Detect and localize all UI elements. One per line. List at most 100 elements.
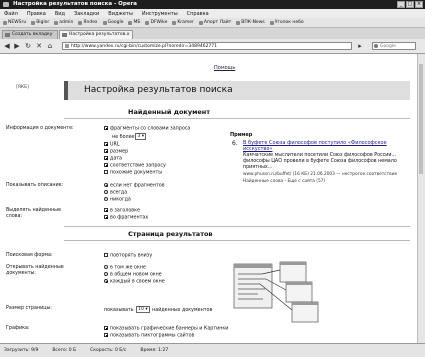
page-icon: [5, 33, 10, 37]
menu-item-file[interactable]: Файл: [4, 11, 18, 17]
bookmark-icon: [269, 20, 274, 25]
highlight-title[interactable]: в заголовке: [104, 208, 140, 214]
checkbox[interactable]: [104, 208, 108, 212]
go-button[interactable]: ▸: [356, 42, 364, 50]
radio[interactable]: [104, 183, 108, 187]
open-common-new-window[interactable]: в общем новом окне: [104, 272, 162, 278]
url-input[interactable]: http://www.yandex.ru/cgi-bin/customize.p…: [62, 42, 352, 50]
yandex-logo[interactable]: [ЯКБ]: [16, 85, 29, 90]
checkbox[interactable]: [104, 156, 108, 160]
back-button[interactable]: ◀: [3, 42, 11, 50]
checkbox[interactable]: [104, 149, 108, 153]
checkbox[interactable]: [104, 163, 108, 167]
highlight-fragments[interactable]: во фрагментах: [104, 215, 148, 221]
bookmarks-bar: NEWSru Bigler admin Яndex Google МБ DFWi…: [0, 18, 425, 28]
option-url[interactable]: URL: [104, 142, 120, 148]
window-titlebar: Настройка результатов поиска - Opera _ □…: [0, 0, 425, 9]
radio[interactable]: [104, 272, 108, 276]
bookmark-icon: [102, 20, 107, 25]
bookmark-item[interactable]: NEWSru: [3, 20, 26, 25]
home-button[interactable]: ⌂: [46, 42, 54, 50]
bookmark-item[interactable]: Kramer: [172, 20, 194, 25]
bookmark-item[interactable]: Google: [102, 20, 123, 25]
checkbox[interactable]: [104, 215, 108, 219]
menu-item-widgets[interactable]: Виджеты: [108, 11, 133, 17]
close-tab-icon[interactable]: ×: [126, 31, 130, 39]
bookmark-icon: [145, 20, 150, 25]
tab-new[interactable]: Создать вкладку: [2, 30, 58, 39]
menu-item-tools[interactable]: Инструменты: [142, 11, 178, 17]
search-input[interactable]: Google: [372, 42, 416, 50]
section-found-document: Найденный документ: [128, 108, 211, 116]
stop-button[interactable]: ✕: [35, 42, 43, 50]
checkbox[interactable]: [104, 253, 108, 257]
checkbox[interactable]: [104, 170, 108, 174]
bookmark-item[interactable]: Уголок небо: [269, 20, 304, 25]
menu-item-edit[interactable]: Правка: [27, 11, 46, 17]
radio[interactable]: [104, 190, 108, 194]
menu-item-view[interactable]: Вид: [55, 11, 65, 17]
divider: [64, 240, 410, 241]
page-icon: [65, 44, 69, 48]
checkbox[interactable]: [104, 142, 108, 146]
show-site-icons[interactable]: показывать пиктограммы сайтов: [104, 333, 194, 339]
menu-bar: Файл Правка Вид Закладки Виджеты Инструм…: [0, 9, 425, 18]
graphics-label: Графика:: [6, 326, 30, 331]
example-number: 6.: [232, 140, 238, 147]
bookmark-item[interactable]: Апорт Лайт: [198, 20, 231, 25]
bookmark-item[interactable]: admin: [54, 20, 73, 25]
show-banners[interactable]: показывать графические баннеры и Картинк…: [104, 326, 228, 332]
radio[interactable]: [104, 279, 108, 283]
option-date[interactable]: дата: [104, 156, 122, 162]
radio[interactable]: [104, 265, 108, 269]
divider: [64, 118, 410, 119]
tab-customize[interactable]: Настройка результатов... ×: [59, 30, 133, 39]
open-same-window[interactable]: в том же окне: [104, 265, 146, 271]
minimize-button[interactable]: _: [397, 1, 405, 8]
desc-if-no-fragments[interactable]: если нет фрагментов: [104, 183, 165, 189]
bookmark-item[interactable]: DFWike: [145, 20, 167, 25]
status-total: Всего: 0 Б: [52, 348, 77, 353]
checkbox[interactable]: [104, 126, 108, 130]
opera-icon: [3, 2, 9, 7]
bookmark-item[interactable]: Bigler: [31, 20, 49, 25]
option-similar[interactable]: похожие документы: [104, 170, 162, 176]
checkbox[interactable]: [104, 333, 108, 337]
help-link[interactable]: Помощь: [214, 65, 235, 71]
example-result-link[interactable]: В буфете Союза философов поступило «Фило…: [243, 140, 408, 152]
status-bar: Загрузить: 9/9 Всего: 0 Б Скорость: 0 Б/…: [0, 343, 425, 357]
maximize-button[interactable]: □: [406, 1, 414, 8]
bookmark-item[interactable]: МБ: [128, 20, 140, 25]
highlight-label: Выделять найденные слова:: [6, 208, 61, 219]
bookmark-item[interactable]: Яndex: [78, 20, 98, 25]
reload-button[interactable]: ↻: [24, 42, 32, 50]
page-size-select[interactable]: 10 ▾: [136, 306, 150, 313]
bookmark-icon: [236, 20, 241, 25]
bookmark-item[interactable]: ВПК-News: [236, 20, 265, 25]
desc-always[interactable]: всегда: [104, 190, 127, 196]
radio[interactable]: [104, 197, 108, 201]
description-label: Показывать описание:: [6, 183, 64, 188]
vertical-scrollbar[interactable]: [417, 54, 425, 343]
open-each-own-window[interactable]: каждый в своем окне: [104, 279, 165, 285]
google-icon: [374, 44, 378, 48]
menu-item-bookmarks[interactable]: Закладки: [74, 11, 99, 17]
desc-never[interactable]: никогда: [104, 197, 131, 203]
close-window-button[interactable]: ×: [415, 1, 423, 8]
fragments-count-select[interactable]: 3 ▾: [135, 133, 147, 140]
repeat-form-below[interactable]: повторять внизу: [104, 253, 152, 259]
fragments-count: не более 3 ▾: [112, 133, 147, 140]
scrollbar-thumb[interactable]: [419, 64, 423, 174]
option-fragments[interactable]: фрагменты со словами запроса: [104, 126, 190, 132]
option-relevance[interactable]: соответствие запросу: [104, 163, 166, 169]
status-speed: Скорость: 0 Б/с: [90, 348, 127, 353]
checkbox[interactable]: [104, 326, 108, 330]
page-content: Помощь [ЯКБ] Настройка результатов поиск…: [0, 54, 425, 343]
page-icon: [62, 33, 67, 37]
menu-item-help[interactable]: Справка: [187, 11, 209, 17]
option-size[interactable]: размер: [104, 149, 128, 155]
forward-button[interactable]: ▶: [13, 42, 21, 50]
bookmark-icon: [3, 20, 7, 25]
bookmark-icon: [31, 20, 36, 25]
example-footer-links[interactable]: Найденные слова - Еще с сайта (57): [243, 179, 325, 184]
